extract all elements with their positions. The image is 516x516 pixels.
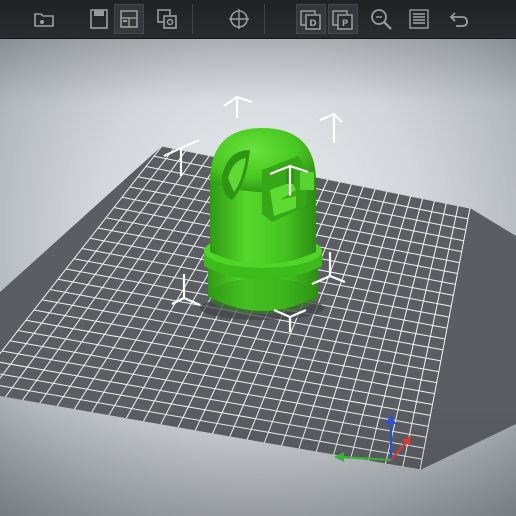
- app-window: D P: [0, 0, 516, 516]
- 3d-viewport[interactable]: [0, 0, 516, 516]
- 3d-model[interactable]: [204, 128, 322, 314]
